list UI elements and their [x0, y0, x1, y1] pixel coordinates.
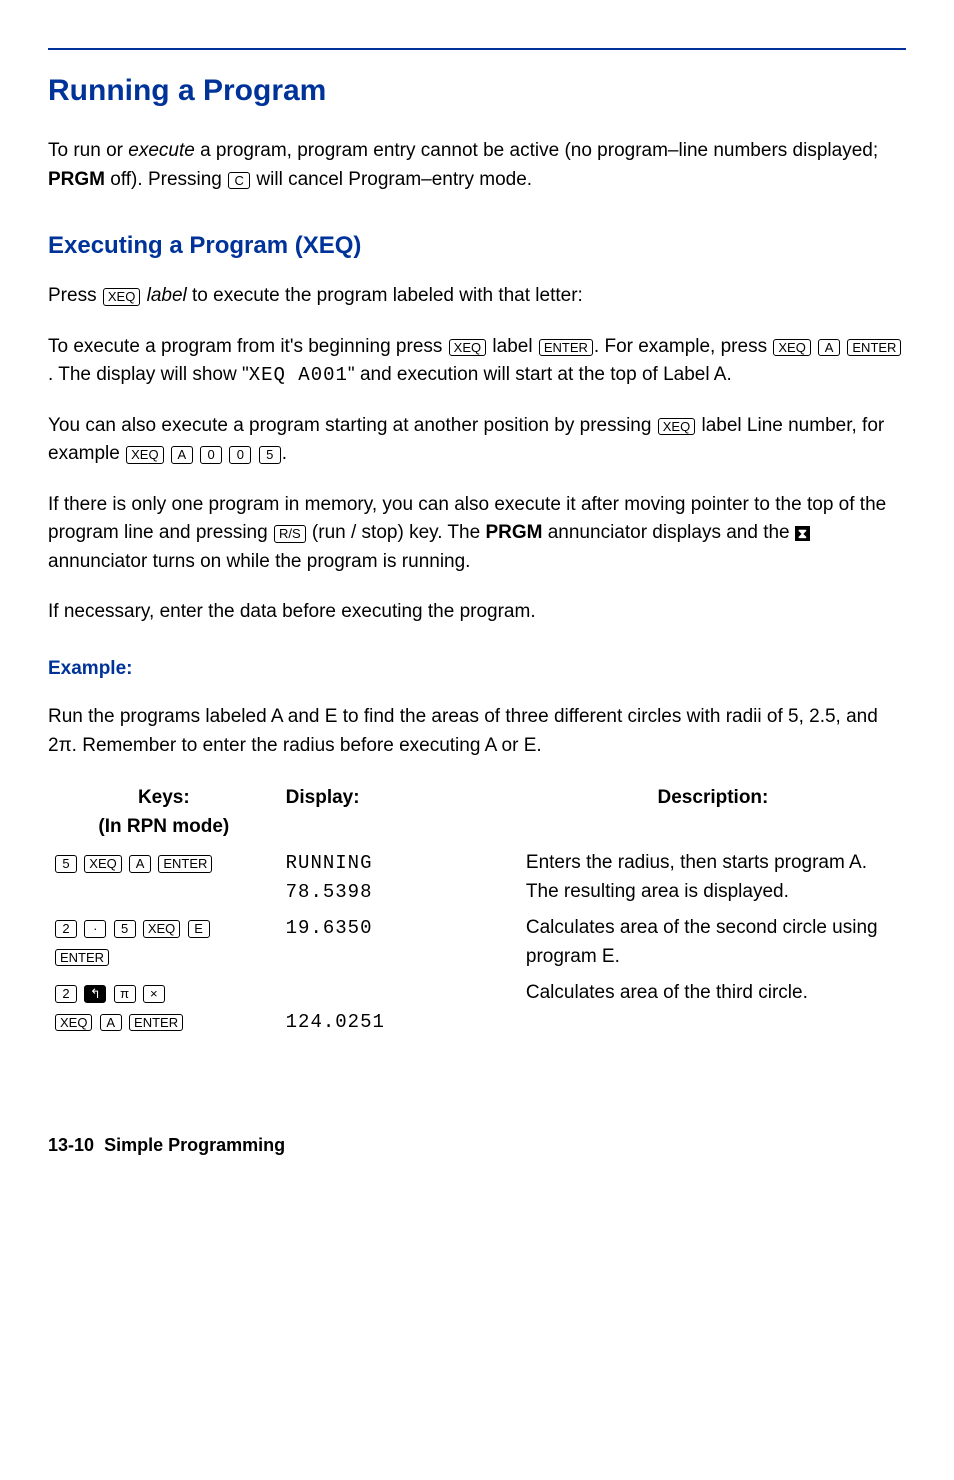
xeq-key-icon: XEQ — [84, 855, 121, 873]
table-row: 2 ↰ π × XEQ A ENTER 124.0251 Calculates … — [48, 977, 906, 1042]
enter-key-icon: ENTER — [158, 855, 212, 873]
enter-key-icon: ENTER — [847, 339, 901, 357]
single-program-paragraph: If there is only one program in memory, … — [48, 491, 906, 577]
text: to execute the program labeled with that… — [187, 285, 583, 306]
shift-key-icon: ↰ — [84, 985, 106, 1003]
example-label: Example: — [48, 655, 906, 684]
text: To run or — [48, 140, 128, 161]
two-key-icon: 2 — [55, 920, 77, 938]
display-cell: RUNNING 78.5398 — [280, 847, 520, 912]
five-key-icon: 5 — [55, 855, 77, 873]
a-key-icon: A — [171, 446, 193, 464]
execute-beginning-paragraph: To execute a program from it's beginning… — [48, 333, 906, 390]
enter-key-icon: ENTER — [55, 949, 109, 967]
display-cell: 19.6350 — [280, 912, 520, 977]
times-key-icon: × — [143, 985, 165, 1003]
xeq-key-icon: XEQ — [658, 418, 695, 436]
press-xeq-paragraph: Press XEQ label to execute the program l… — [48, 282, 906, 311]
xeq-key-icon: XEQ — [773, 339, 810, 357]
text: . For example, press — [594, 336, 772, 357]
label-italic: label — [141, 285, 186, 306]
text: (In RPN mode) — [98, 816, 229, 837]
text: " and execution will start at the top of… — [348, 364, 732, 385]
page-number: 13-10 — [48, 1135, 94, 1155]
a-key-icon: A — [818, 339, 840, 357]
text: 78.5398 — [286, 881, 373, 903]
text: will cancel Program–entry mode. — [251, 169, 532, 190]
text: annunciator turns on while the program i… — [48, 551, 470, 572]
section-heading: Running a Program — [48, 48, 906, 113]
table-row: 5 XEQ A ENTER RUNNING 78.5398 Enters the… — [48, 847, 906, 912]
text: label — [487, 336, 538, 357]
subsection-heading: Executing a Program (XEQ) — [48, 228, 906, 264]
page-footer: 13-10 Simple Programming — [48, 1132, 906, 1159]
intro-paragraph: To run or execute a program, program ent… — [48, 137, 906, 194]
example-table: Keys: (In RPN mode) Display: Description… — [48, 782, 906, 1042]
five-key-icon: 5 — [114, 920, 136, 938]
text: Press — [48, 285, 102, 306]
two-key-icon: 2 — [55, 985, 77, 1003]
text: . — [282, 443, 287, 464]
description-cell: Enters the radius, then starts program A… — [520, 847, 906, 912]
text: You can also execute a program starting … — [48, 415, 657, 436]
text: (run / stop) key. The — [307, 522, 486, 543]
text: off). Pressing — [105, 169, 227, 190]
example-intro-paragraph: Run the programs labeled A and E to find… — [48, 703, 906, 760]
lcd-text: XEQ A001 — [249, 364, 348, 386]
text: . The display will show " — [48, 364, 249, 385]
xeq-key-icon: XEQ — [103, 288, 140, 306]
emphasis-execute: execute — [128, 140, 195, 161]
table-header-display: Display: — [280, 782, 520, 847]
description-cell: Calculates area of the third circle. — [520, 977, 906, 1042]
zero-key-icon: 0 — [229, 446, 251, 464]
text: Keys: — [138, 787, 190, 808]
c-key-icon: C — [228, 172, 250, 190]
xeq-key-icon: XEQ — [143, 920, 180, 938]
prgm-bold: PRGM — [48, 169, 105, 190]
description-cell: Calculates area of the second circle usi… — [520, 912, 906, 977]
text: 124.0251 — [286, 1011, 385, 1033]
enter-key-icon: ENTER — [539, 339, 593, 357]
table-header-description: Description: — [520, 782, 906, 847]
dot-key-icon: · — [84, 920, 106, 938]
keys-cell: 2 ↰ π × XEQ A ENTER — [48, 977, 280, 1042]
busy-annunciator-icon: ⧗ — [795, 526, 810, 541]
text: To execute a program from it's beginning… — [48, 336, 448, 357]
xeq-key-icon: XEQ — [55, 1014, 92, 1032]
a-key-icon: A — [129, 855, 151, 873]
text: RUNNING — [286, 852, 373, 874]
rs-key-icon: R/S — [274, 525, 306, 543]
text: a program, program entry cannot be activ… — [195, 140, 878, 161]
pi-key-icon: π — [114, 985, 136, 1003]
prgm-bold: PRGM — [485, 522, 542, 543]
table-header-keys: Keys: (In RPN mode) — [48, 782, 280, 847]
five-key-icon: 5 — [259, 446, 281, 464]
a-key-icon: A — [100, 1014, 122, 1032]
enter-data-paragraph: If necessary, enter the data before exec… — [48, 598, 906, 627]
e-key-icon: E — [188, 920, 210, 938]
footer-title: Simple Programming — [104, 1135, 285, 1155]
xeq-key-icon: XEQ — [126, 446, 163, 464]
table-row: 2 · 5 XEQ E ENTER 19.6350 Calculates are… — [48, 912, 906, 977]
display-cell: 124.0251 — [280, 977, 520, 1042]
text: annunciator displays and the — [542, 522, 794, 543]
keys-cell: 5 XEQ A ENTER — [48, 847, 280, 912]
execute-position-paragraph: You can also execute a program starting … — [48, 412, 906, 469]
keys-cell: 2 · 5 XEQ E ENTER — [48, 912, 280, 977]
xeq-key-icon: XEQ — [449, 339, 486, 357]
enter-key-icon: ENTER — [129, 1014, 183, 1032]
zero-key-icon: 0 — [200, 446, 222, 464]
